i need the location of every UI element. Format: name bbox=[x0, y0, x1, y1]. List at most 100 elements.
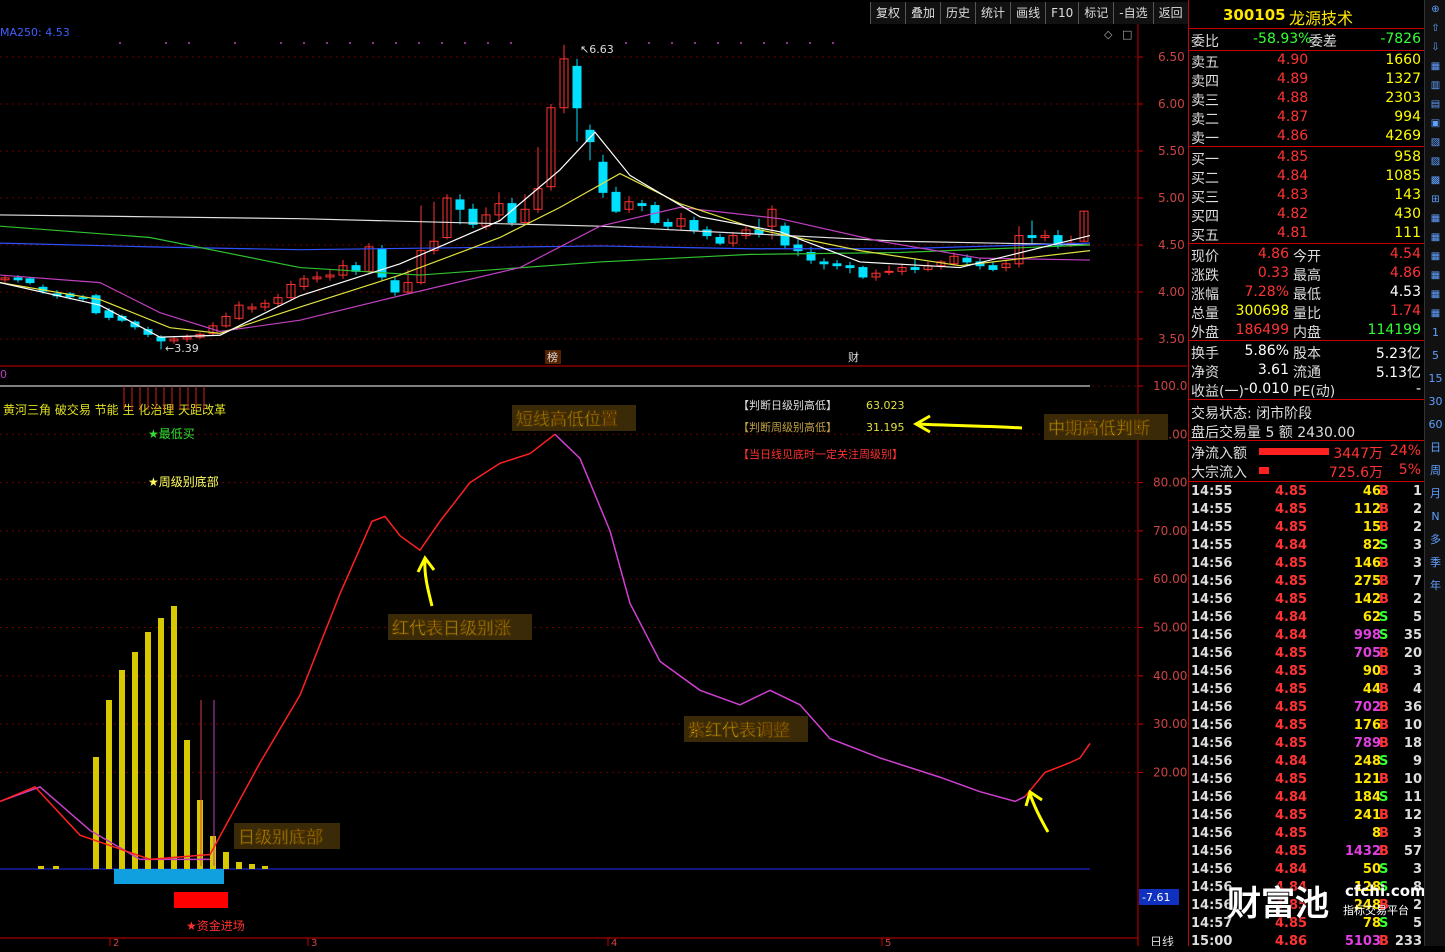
tool-icon[interactable]: ▦ bbox=[1425, 57, 1445, 76]
period-button[interactable]: 月 bbox=[1425, 484, 1445, 507]
period-button[interactable]: 季 bbox=[1425, 553, 1445, 576]
ind-tick-label: 70.00 bbox=[1153, 524, 1187, 538]
period-button[interactable]: 日 bbox=[1425, 438, 1445, 461]
tool-icon[interactable]: ▦ bbox=[1425, 228, 1445, 247]
volume-bar bbox=[119, 670, 125, 869]
cell: 3 bbox=[1413, 664, 1422, 679]
period-button[interactable]: 1 bbox=[1425, 323, 1445, 346]
toolbar-button[interactable]: -自选 bbox=[1113, 2, 1152, 24]
flow-bar bbox=[1259, 448, 1329, 455]
cell: 142 bbox=[1354, 592, 1381, 607]
cell: 5% bbox=[1399, 462, 1421, 478]
period-button[interactable]: 年 bbox=[1425, 576, 1445, 599]
kline-chart[interactable]: ◇ □ 6.50 6.00 5.50 5.00 4.50 4.00 3.50 MA250: 4.5… bbox=[0, 24, 1187, 946]
arrow-annotation bbox=[916, 416, 1022, 432]
ind-tick-label: 30.00 bbox=[1153, 717, 1187, 731]
tool-icon[interactable]: ▦ bbox=[1425, 285, 1445, 304]
ind-tick-label: 60.00 bbox=[1153, 572, 1187, 586]
period-button[interactable]: 5 bbox=[1425, 346, 1445, 369]
tool-icon[interactable]: ⇧ bbox=[1425, 19, 1445, 38]
tool-icon[interactable]: ▥ bbox=[1425, 76, 1445, 95]
cell: B bbox=[1379, 808, 1389, 823]
tool-icon[interactable]: ▦ bbox=[1425, 266, 1445, 285]
cell: 3.61 bbox=[1258, 362, 1289, 378]
cell: 14:56 bbox=[1191, 736, 1232, 751]
toolbar-button[interactable]: 标记 bbox=[1078, 2, 1113, 24]
ind-title: 黄河三角 破交易 节能 生 化治理 天距改革 bbox=[3, 402, 226, 417]
cell: B bbox=[1379, 700, 1389, 715]
separator bbox=[1189, 146, 1425, 147]
period-button[interactable]: 15 bbox=[1425, 369, 1445, 392]
tool-icon[interactable]: ▦ bbox=[1425, 209, 1445, 228]
date-label: 5 bbox=[885, 938, 891, 946]
separator bbox=[1189, 28, 1425, 29]
cell: 股本 bbox=[1293, 343, 1321, 363]
signal-dot bbox=[418, 42, 420, 44]
period-button[interactable]: 周 bbox=[1425, 461, 1445, 484]
toolbar-button[interactable]: 画线 bbox=[1010, 2, 1045, 24]
tick-row: 14:56 4.84 62 S 5 bbox=[1189, 610, 1425, 628]
cell: B bbox=[1379, 556, 1389, 571]
cell: 112 bbox=[1354, 502, 1381, 517]
toolbar-button[interactable]: 返回 bbox=[1153, 2, 1188, 24]
cell: 14:56 bbox=[1191, 772, 1232, 787]
toolbar-button[interactable]: F10 bbox=[1045, 2, 1078, 24]
tick-row: 15:00 4.86 5103 B 233 bbox=[1189, 934, 1425, 952]
cell: B bbox=[1379, 664, 1389, 679]
cell: B bbox=[1379, 736, 1389, 751]
tool-icon[interactable]: ⇩ bbox=[1425, 38, 1445, 57]
stat-row: 涨幅 7.28% 最低 4.53 bbox=[1189, 283, 1425, 302]
annotation-text: 短线高低位置 bbox=[516, 409, 618, 430]
toolbar-button[interactable]: 复权 bbox=[870, 2, 905, 24]
period-button[interactable]: 30 bbox=[1425, 392, 1445, 415]
cell: 9 bbox=[1413, 754, 1422, 769]
tick-row: 14:56 4.85 90 B 3 bbox=[1189, 664, 1425, 682]
event-mark: 榜 bbox=[547, 350, 558, 364]
period-button[interactable]: N bbox=[1425, 507, 1445, 530]
cell: B bbox=[1379, 934, 1389, 949]
afterhours-row: 盘后交易量 5 额 2430.00 bbox=[1189, 421, 1425, 440]
tick-row: 14:55 4.85 112 B 2 bbox=[1189, 502, 1425, 520]
signal-dot bbox=[326, 42, 328, 44]
toolbar-button[interactable]: 统计 bbox=[975, 2, 1010, 24]
tool-icon[interactable]: ▦ bbox=[1425, 304, 1445, 323]
cell: 4.82 bbox=[1277, 206, 1308, 222]
cell: S bbox=[1379, 628, 1388, 643]
cell: 4.84 bbox=[1275, 628, 1307, 643]
bid-row: 买四 4.82 430 bbox=[1189, 205, 1425, 224]
tool-icon[interactable]: ▨ bbox=[1425, 152, 1445, 171]
cell: 4 bbox=[1413, 682, 1422, 697]
candle-body bbox=[391, 281, 399, 292]
toolbar-button[interactable]: 历史 bbox=[940, 2, 975, 24]
candle-body bbox=[989, 266, 997, 270]
tool-icon[interactable]: ▦ bbox=[1425, 247, 1445, 266]
tool-icon[interactable]: ▧ bbox=[1425, 133, 1445, 152]
status-row: 交易状态: 闭市阶段 bbox=[1189, 402, 1425, 421]
cell: 430 bbox=[1394, 206, 1421, 222]
cell: -58.93% bbox=[1253, 31, 1311, 47]
cell: 14:56 bbox=[1191, 556, 1232, 571]
tool-icon[interactable]: ▩ bbox=[1425, 171, 1445, 190]
tool-icon[interactable]: ⊞ bbox=[1425, 190, 1445, 209]
cell: 卖二 bbox=[1191, 109, 1219, 129]
tick-row: 14:56 4.84 998 S 35 bbox=[1189, 628, 1425, 646]
cell: 705 bbox=[1354, 646, 1381, 661]
tool-icon[interactable]: ▣ bbox=[1425, 114, 1445, 133]
signal-dot bbox=[832, 42, 834, 44]
bid-row: 买三 4.83 143 bbox=[1189, 186, 1425, 205]
cell: 14:56 bbox=[1191, 790, 1232, 805]
cell: 2303 bbox=[1385, 90, 1421, 106]
tool-icon[interactable]: ▤ bbox=[1425, 95, 1445, 114]
volume-bar bbox=[158, 618, 164, 869]
arrow-annotation bbox=[1026, 792, 1048, 832]
judge-value: 31.195 bbox=[866, 421, 905, 434]
cell: 4.85 bbox=[1275, 484, 1307, 499]
period-button[interactable]: 60 bbox=[1425, 415, 1445, 438]
cell: B bbox=[1379, 682, 1389, 697]
high-mark: ↖6.63 bbox=[580, 43, 614, 56]
period-button[interactable]: 多 bbox=[1425, 530, 1445, 553]
toolbar-button[interactable]: 叠加 bbox=[905, 2, 940, 24]
tool-icon[interactable]: ⊕ bbox=[1425, 0, 1445, 19]
judge-value: 63.023 bbox=[866, 399, 905, 412]
cell: 现价 bbox=[1191, 246, 1219, 266]
